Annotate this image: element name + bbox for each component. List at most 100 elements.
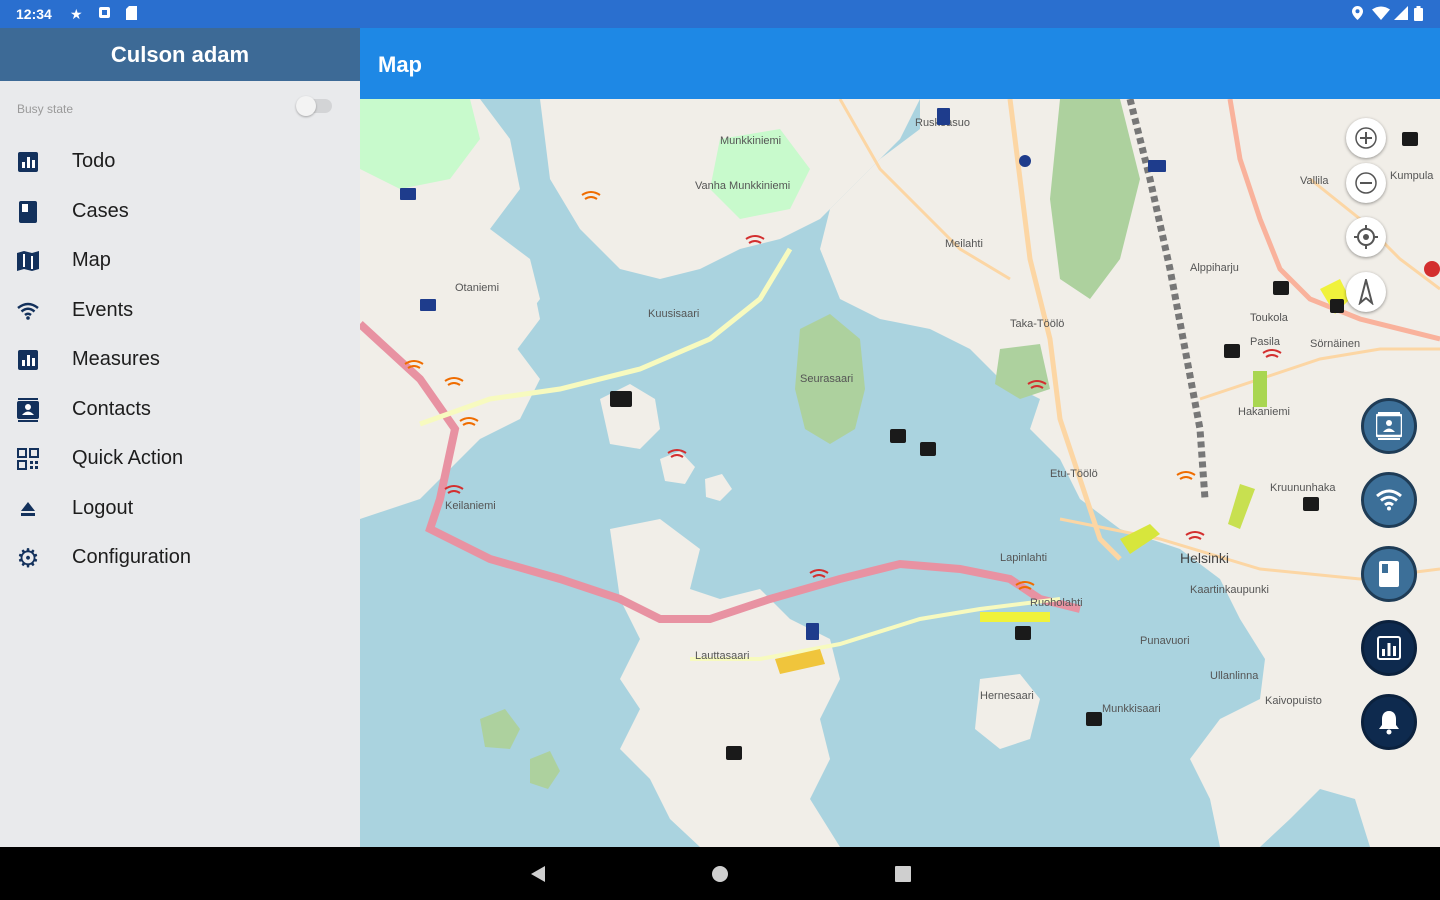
contact-marker [1015,626,1031,640]
book-icon [16,200,40,224]
crosshair-icon [1354,225,1378,249]
menu-item-configuration[interactable]: ⚙ Configuration [0,533,360,583]
map-view[interactable]: Ruskeasuo Munkkiniemi Vanha Munkkiniemi … [360,99,1440,847]
status-time: 12:34 [16,6,52,22]
paw-marker [1019,155,1031,167]
map-label: Kruununhaka [1270,482,1336,494]
wifi-icon [16,299,40,323]
menu-item-label: Events [72,298,134,321]
map-label: Pasila [1250,336,1281,348]
map-label: Ullanlinna [1210,670,1259,682]
wifi-icon [1376,489,1402,511]
map-label: Keilaniemi [445,500,496,512]
contact-marker [726,746,742,760]
recents-button[interactable] [890,861,916,887]
contact-marker [1086,712,1102,726]
notification-icon [98,6,111,22]
map-label: Sörnäinen [1310,338,1360,350]
map-label: Kuusisaari [648,308,699,320]
map-label: Etu-Töölö [1050,468,1098,480]
case-marker [420,299,436,311]
map-canvas[interactable]: Ruskeasuo Munkkiniemi Vanha Munkkiniemi … [360,99,1440,847]
toggle-knob [296,96,316,116]
plus-icon [1355,127,1377,149]
map-label: Punavuori [1140,635,1190,647]
notifications-fab[interactable] [1361,694,1417,750]
menu-item-label: Logout [72,496,134,519]
menu-item-label: Cases [72,199,129,222]
location-icon [1352,6,1363,23]
home-button[interactable] [707,861,733,887]
contact-marker [890,429,906,443]
menu-item-label: Todo [72,150,116,172]
measures-fab[interactable] [1361,620,1417,676]
back-icon [531,866,545,882]
menu-item-label: Measures [72,348,160,370]
contacts-icon [16,397,40,422]
cell-signal-icon [1394,6,1408,23]
busy-state-row: Busy state [0,81,360,137]
map-label: Kaivopuisto [1265,695,1322,707]
recents-icon [895,866,911,882]
home-icon [712,866,728,882]
case-marker [1148,160,1166,172]
menu-item-logout[interactable]: Logout [0,484,360,534]
contact-marker [610,391,632,407]
map-label: Lauttasaari [695,650,749,662]
busy-state-toggle[interactable] [296,96,332,116]
zoom-in-button[interactable] [1346,118,1386,158]
contact-marker [1402,132,1418,146]
contacts-fab[interactable] [1361,398,1417,454]
menu-item-contacts[interactable]: Contacts [0,385,360,435]
map-label: Vanha Munkkiniemi [695,180,790,192]
menu-item-measures[interactable]: Measures [0,335,360,385]
map-label: Meilahti [945,238,983,250]
compass-button[interactable] [1346,272,1386,312]
map-label: Taka-Töölö [1010,318,1064,330]
map-label: Vallila [1300,175,1329,187]
status-bar: 12:34 ★ [0,0,1440,28]
app-bar: Map [360,28,1440,99]
chart-icon [16,150,40,174]
map-label: Hernesaari [980,690,1034,702]
compass-icon [1358,279,1374,305]
menu-item-events[interactable]: Events [0,286,360,336]
book-icon [1379,561,1399,587]
bell-icon [1379,711,1399,735]
contact-marker [1224,344,1240,358]
battery-icon [1414,6,1423,24]
back-button[interactable] [525,861,551,887]
map-label: Munkkisaari [1102,703,1161,715]
menu-item-quick-action[interactable]: Quick Action [0,434,360,484]
menu-item-todo[interactable]: Todo [0,137,360,187]
alert-marker [1424,261,1440,277]
menu-item-label: Quick Action [72,447,184,469]
menu-item-label: Contacts [72,397,151,420]
menu-item-cases[interactable]: Cases [0,187,360,237]
star-icon: ★ [70,6,83,22]
map-label: Kaartinkaupunki [1190,584,1269,596]
sd-card-icon [126,6,137,23]
contact-marker [1303,497,1319,511]
minus-icon [1355,172,1377,194]
map-label: Otaniemi [455,282,499,294]
page-title: Map [378,52,422,77]
map-label: Helsinki [1180,550,1229,566]
case-marker [400,188,416,200]
cases-fab[interactable] [1361,546,1417,602]
zoom-out-button[interactable] [1346,163,1386,203]
case-marker [806,623,819,640]
map-label: Kumpula [1390,170,1434,182]
my-location-button[interactable] [1346,217,1386,257]
contact-marker [1273,281,1289,295]
events-fab[interactable] [1361,472,1417,528]
contacts-icon [1376,412,1402,440]
menu-item-map[interactable]: Map [0,236,360,286]
contact-marker [1330,299,1344,313]
gear-icon: ⚙ [16,543,40,573]
drawer-header: Culson adam [0,28,360,81]
busy-state-label: Busy state [17,102,74,116]
chart-icon [1377,636,1401,660]
map-label: Lapinlahti [1000,552,1047,564]
map-label: Hakaniemi [1238,406,1290,418]
